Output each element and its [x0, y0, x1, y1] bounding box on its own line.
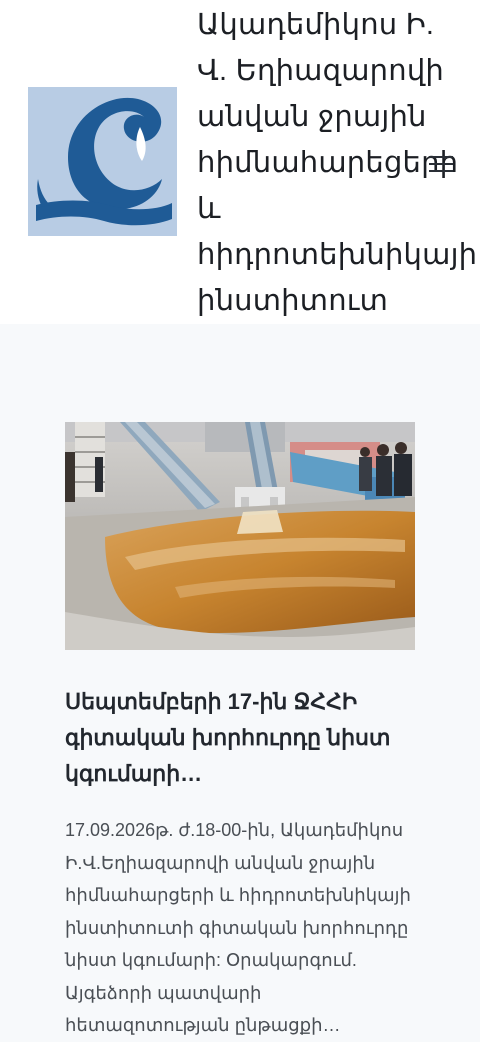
site-header: Ակադեմիկոս Ի. Վ. Եղիազարովի անվան ջրային…: [0, 0, 480, 324]
main-content: Սեպտեմբերի 17-ին ՋՀՀԻ գիտական խորհուրդը …: [0, 324, 480, 1039]
institute-logo[interactable]: [28, 87, 177, 236]
laboratory-water-flume-photo: [65, 422, 415, 650]
post-title-link[interactable]: Սեպտեմբերի 17-ին ՋՀՀԻ գիտական խորհուրդը …: [65, 684, 415, 792]
post-thumbnail[interactable]: [65, 422, 415, 650]
hamburger-menu-icon[interactable]: [428, 151, 454, 177]
post-excerpt: 17.09.2026թ. ժ.18-00-ին, Ակադեմիկոս Ի.Վ.…: [65, 820, 411, 1035]
logo-mark-icon: [28, 87, 177, 236]
site-title[interactable]: Ակադեմիկոս Ի. Վ. Եղիազարովի անվան ջրային…: [197, 2, 477, 324]
